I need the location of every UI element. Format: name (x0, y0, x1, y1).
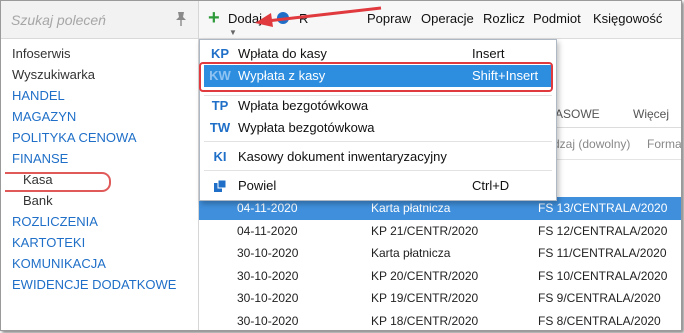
add-dropdown-menu: KP Wpłata do kasy Insert KW Wypłata z ka… (199, 39, 557, 201)
print-icon (277, 12, 289, 24)
tab-more[interactable]: Więcej (633, 107, 669, 121)
sidebar-item-handel[interactable]: HANDEL (1, 85, 198, 106)
row-reference: FS 12/CENTRALA/2020 (538, 223, 668, 238)
toolbar: + Dodaj ▼ R Popraw Operacje Rozlicz Podm… (199, 1, 681, 39)
menu-divider (204, 141, 552, 142)
kind-filter[interactable]: dzaj (dowolny) (553, 137, 630, 151)
row-date: 30-10-2020 (237, 291, 299, 305)
form-filter[interactable]: Forma (647, 137, 681, 151)
row-reference: FS 13/CENTRALA/2020 (538, 201, 668, 215)
row-reference: FS 8/CENTRALA/2020 (538, 313, 661, 328)
plus-icon: + (208, 7, 220, 29)
sidebar-item-rozliczenia[interactable]: ROZLICZENIA (1, 211, 198, 232)
row-date: 30-10-2020 (237, 313, 299, 328)
tw-icon: TW (209, 120, 231, 135)
menu-item-label: Kasowy dokument inwentaryzacyjny (238, 149, 447, 164)
menu-item-wyplata-z-kasy[interactable]: KW Wypłata z kasy Shift+Insert (204, 65, 552, 87)
row-date: 30-10-2020 (237, 246, 299, 260)
menu-item-wplata-do-kasy[interactable]: KP Wpłata do kasy Insert (204, 43, 552, 65)
row-document: KP 20/CENTR/2020 (371, 268, 479, 283)
menu-item-wyplata-bezgotowkowa[interactable]: TW Wypłata bezgotówkowa (204, 117, 552, 139)
table-row[interactable]: 04-11-2020 KP 21/CENTR/2020 FS 12/CENTRALA… (199, 220, 681, 243)
row-document: KP 19/CENTR/2020 (371, 291, 479, 305)
settle-button[interactable]: Rozlicz (483, 11, 525, 26)
table-row[interactable]: 30-10-2020 Karta płatnicza FS 11/CENTRALA/… (199, 242, 681, 265)
menu-item-label: Wpłata do kasy (238, 46, 327, 61)
row-reference: FS 9/CENTRALA/2020 (538, 291, 661, 305)
sidebar-item-komunikacja[interactable]: KOMUNIKACJA (1, 253, 198, 274)
table-row[interactable]: 30-10-2020 KP 19/CENTR/2020 FS 9/CENTRALA/… (199, 287, 681, 310)
menu-item-label: Wypłata bezgotówkowa (238, 120, 375, 135)
tp-icon: TP (211, 98, 229, 113)
operations-button[interactable]: Operacje (421, 11, 474, 26)
table-row[interactable]: 30-10-2020 KP 20/CENTR/2020 FS 10/CENTRALA… (199, 265, 681, 288)
menu-divider (204, 170, 552, 171)
add-button[interactable]: Dodaj (228, 11, 262, 26)
tab-kasowe[interactable]: ASOWE (555, 107, 600, 121)
menu-item-label: Wypłata z kasy (238, 68, 326, 83)
menu-item-shortcut: Shift+Insert (472, 68, 539, 83)
row-reference: FS 10/CENTRALA/2020 (538, 268, 668, 283)
sidebar-item-wyszukiwarka[interactable]: Wyszukiwarka (1, 64, 198, 85)
sidebar-item-kartoteki[interactable]: KARTOTEKI (1, 232, 198, 253)
command-search[interactable]: Szukaj poleceń (1, 1, 198, 39)
kw-icon: KW (209, 68, 231, 83)
subject-button[interactable]: Podmiot (533, 11, 581, 26)
menu-item-powiel[interactable]: Powiel Ctrl+D (204, 175, 552, 197)
menu-item-shortcut: Ctrl+D (472, 178, 510, 193)
search-input[interactable]: Szukaj poleceń (11, 12, 106, 28)
menu-item-label: Powiel (238, 178, 277, 193)
row-reference: FS 11/CENTRALA/2020 (538, 246, 667, 260)
sidebar-item-finanse[interactable]: FINANSE (1, 148, 198, 169)
app-window: Szukaj poleceń Infoserwis Wyszukiwarka H… (0, 0, 682, 331)
sidebar-item-polityka-cenowa[interactable]: POLITYKA CENOWA (1, 127, 198, 148)
ki-icon: KI (213, 149, 227, 164)
sidebar-nav: Infoserwis Wyszukiwarka HANDEL MAGAZYN P… (1, 43, 198, 295)
menu-item-kasowy-dokument-inwentaryzacyjny[interactable]: KI Kasowy dokument inwentaryzacyjny (204, 146, 552, 168)
copy-icon (214, 180, 226, 192)
kp-icon: KP (210, 46, 230, 61)
row-document: Karta płatnicza (371, 246, 451, 260)
sidebar-item-bank[interactable]: Bank (1, 190, 198, 211)
row-document: KP 18/CENTR/2020 (371, 313, 479, 328)
fix-button[interactable]: Popraw (367, 11, 411, 26)
row-date: 30-10-2020 (237, 268, 299, 283)
accounting-button[interactable]: Księgowość (593, 11, 662, 26)
menu-item-label: Wpłata bezgotówkowa (238, 98, 369, 113)
pin-icon[interactable] (174, 11, 188, 27)
row-document: KP 21/CENTR/2020 (371, 223, 479, 238)
sidebar-item-infoserwis[interactable]: Infoserwis (1, 43, 198, 64)
sidebar: Szukaj poleceń Infoserwis Wyszukiwarka H… (1, 1, 199, 330)
row-date: 04-11-2020 (237, 223, 298, 238)
menu-item-wplata-bezgotowkowa[interactable]: TP Wpłata bezgotówkowa (204, 95, 552, 117)
sidebar-item-magazyn[interactable]: MAGAZYN (1, 106, 198, 127)
sidebar-item-ewidencje-dodatkowe[interactable]: EWIDENCJE DODATKOWE (1, 274, 198, 295)
print-button[interactable]: R (299, 11, 308, 26)
table-row[interactable]: 30-10-2020 KP 18/CENTR/2020 FS 8/CENTRALA/… (199, 310, 681, 331)
sidebar-item-kasa[interactable]: Kasa (1, 169, 198, 190)
chevron-down-icon[interactable]: ▼ (229, 28, 237, 37)
menu-item-shortcut: Insert (472, 46, 505, 61)
